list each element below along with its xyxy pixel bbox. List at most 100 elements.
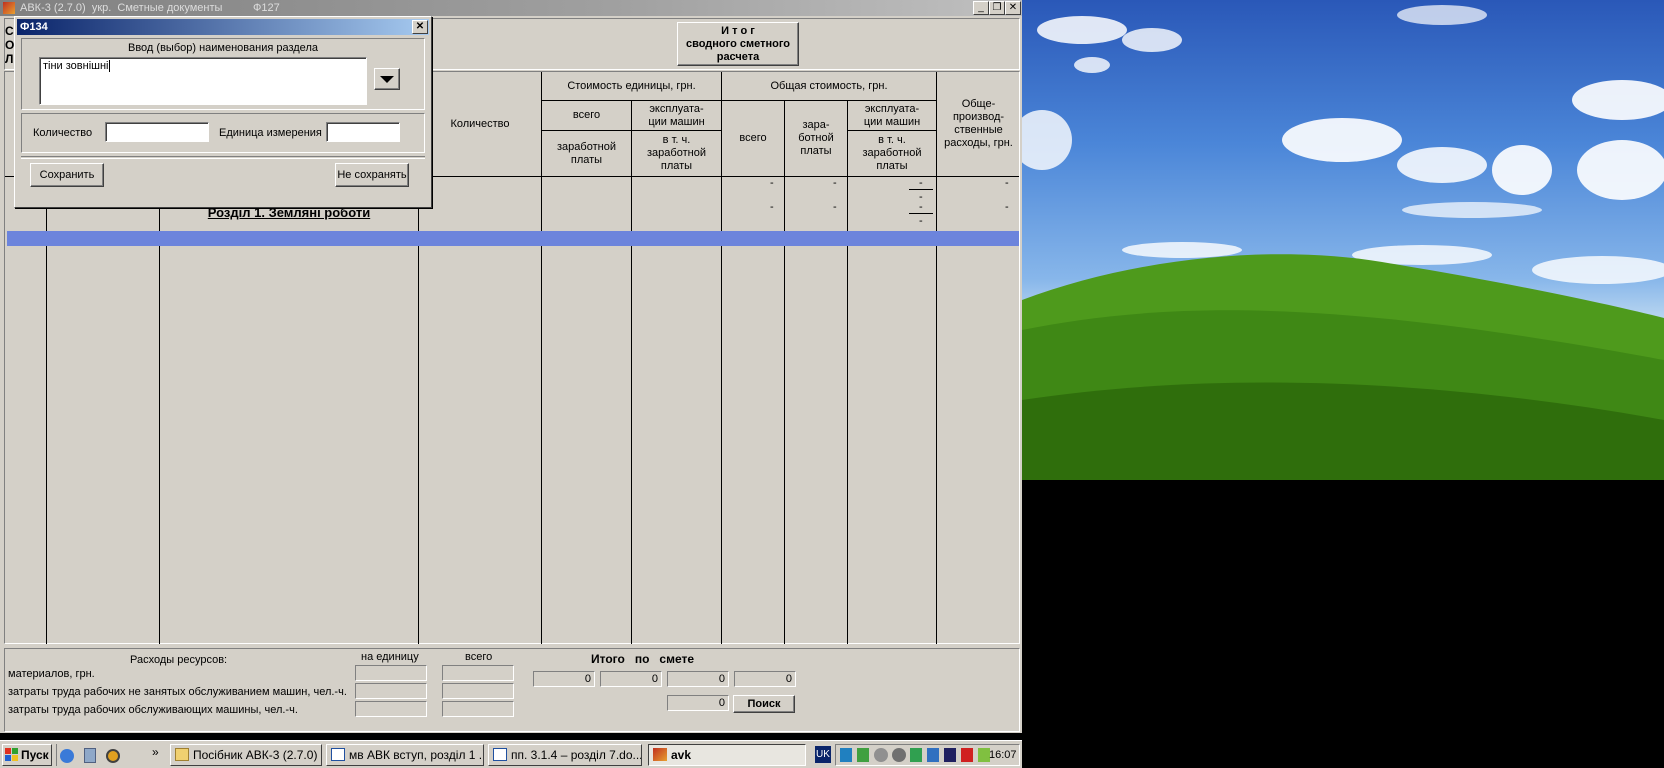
cell-dash: - [919, 215, 923, 227]
minimize-button[interactable]: _ [973, 1, 989, 15]
cell-dash: - [770, 201, 774, 213]
dialog-title: Ф134 [20, 21, 48, 33]
task-label: Посібник АВК-3 (2.7.0) [193, 748, 318, 762]
total-value: 0 [667, 695, 729, 711]
search-button[interactable]: Поиск [733, 695, 795, 713]
header-overhead: Обще- производ- ственные расходы, грн. [944, 98, 1013, 149]
task-avk[interactable]: avk [648, 744, 806, 766]
col-divider [159, 176, 160, 644]
task-pp-314[interactable]: пп. 3.1.4 – розділ 7.do... [488, 744, 642, 766]
app-titlebar: АВК-3 (2.7.0) укр. Сметные документы Ф12… [0, 0, 1022, 16]
labor-per-unit [355, 683, 427, 699]
header-unit-wages: заработной платы [557, 140, 616, 166]
windows-logo-icon [5, 748, 18, 761]
resources-panel: Расходы ресурсов: на единицу всего матер… [4, 648, 1020, 732]
header-total-all: всего [739, 132, 767, 144]
cell-dash: - [919, 201, 923, 213]
word-document-icon [331, 748, 345, 761]
ie-icon[interactable] [60, 749, 74, 763]
start-button[interactable]: Пуск [2, 744, 52, 766]
desktop-black-area [1022, 480, 1664, 768]
cell-underline [909, 213, 933, 214]
start-label: Пуск [21, 748, 49, 762]
tray-icon[interactable] [961, 748, 973, 762]
header-unit-cost: Стоимость единицы, грн. [567, 79, 696, 92]
taskbar: Пуск » Посібник АВК-3 (2.7.0) мв АВК вст… [0, 740, 1022, 768]
header-total-wages: зара- ботной платы [798, 119, 834, 157]
col-divider [46, 176, 47, 644]
quicklaunch-chevron[interactable]: » [152, 745, 159, 759]
col-divider [631, 100, 632, 644]
avk-app-icon [653, 748, 667, 761]
cell-dash: - [833, 201, 837, 213]
header-unit-machines: эксплуата- ции машин [648, 102, 705, 128]
cell-dash: - [1005, 201, 1009, 213]
save-button[interactable]: Сохранить [30, 163, 104, 187]
restore-button[interactable]: ❐ [989, 1, 1005, 15]
machine-labor-per-unit [355, 701, 427, 717]
col-divider [784, 100, 785, 644]
resource-row-label: материалов, грн. [8, 668, 95, 680]
tray-icon[interactable] [857, 748, 869, 762]
header-total-incl-wages: в т. ч. заработной платы [862, 134, 922, 172]
total-value: 0 [734, 671, 796, 687]
tray-icon[interactable] [892, 748, 906, 762]
header-quantity: Количество [450, 117, 510, 130]
clock[interactable]: 16:07 [989, 748, 1017, 762]
section-name-input[interactable]: тіни зовнішні [39, 57, 367, 105]
documents-icon[interactable] [84, 748, 96, 763]
task-posibnyk[interactable]: Посібник АВК-3 (2.7.0) [170, 744, 322, 766]
unit-label: Единица измерения [219, 127, 322, 139]
total-value: 0 [533, 671, 595, 687]
section-dropdown-button[interactable] [374, 68, 400, 90]
dialog-close-button[interactable]: ✕ [412, 20, 428, 34]
summary-estimate-button[interactable]: И т о г сводного сметного расчета [677, 22, 799, 66]
desktop-wallpaper [1022, 0, 1664, 480]
tray-icon[interactable] [944, 748, 956, 762]
folder-icon [175, 748, 189, 761]
machine-labor-total [442, 701, 514, 717]
cell-dash: - [770, 177, 774, 189]
header-total-machines: эксплуата- ции машин [863, 102, 921, 128]
selected-row[interactable] [7, 231, 1019, 246]
labor-total [442, 683, 514, 699]
resource-row-label: затраты труда рабочих обслуживающих маши… [8, 704, 298, 716]
taskbar-divider [56, 744, 57, 766]
task-mv-avk[interactable]: мв АВК вступ, розділ 1 ... [326, 744, 484, 766]
tray-icon[interactable] [927, 748, 939, 762]
header-unit-total: всего [572, 109, 601, 121]
dont-save-button[interactable]: Не сохранять [335, 163, 409, 187]
quantity-label: Количество [33, 127, 93, 139]
tray-icon[interactable] [840, 748, 852, 762]
app-title: АВК-3 (2.7.0) укр. Сметные документы Ф12… [20, 2, 280, 14]
task-label: avk [671, 748, 692, 762]
section-name-group: Ввод (выбор) наименования раздела тіни з… [21, 38, 425, 110]
section-name-label: Ввод (выбор) наименования раздела [128, 42, 318, 54]
word-document-icon [493, 748, 507, 761]
unit-input[interactable] [326, 122, 400, 142]
tray-icon[interactable] [874, 748, 888, 762]
app-icon [3, 2, 15, 14]
itogo-label: Итого по смете [591, 652, 695, 666]
col-divider [847, 100, 848, 644]
cell-underline [909, 189, 933, 190]
total-value: 0 [600, 671, 662, 687]
quantity-input[interactable] [105, 122, 209, 142]
dialog-titlebar: Ф134 ✕ [17, 19, 429, 35]
resource-row-label: затраты труда рабочих не занятых обслужи… [8, 686, 347, 698]
header-total-cost: Общая стоимость, грн. [770, 79, 888, 92]
triangle-down-icon [380, 76, 394, 83]
close-button[interactable]: ✕ [1005, 1, 1021, 15]
quantity-group: Количество Единица измерения [21, 113, 425, 153]
section-dialog: Ф134 ✕ Ввод (выбор) наименования раздела… [14, 16, 432, 208]
cell-dash: - [833, 177, 837, 189]
task-label: мв АВК вступ, розділ 1 ... [349, 748, 484, 762]
total-value: 0 [667, 671, 729, 687]
materials-total [442, 665, 514, 681]
language-indicator[interactable]: UK [815, 746, 831, 763]
materials-per-unit [355, 665, 427, 681]
tray-icon[interactable] [910, 748, 922, 762]
media-player-icon[interactable] [106, 749, 120, 763]
cell-dash: - [1005, 177, 1009, 189]
system-tray: 16:07 [835, 744, 1020, 766]
